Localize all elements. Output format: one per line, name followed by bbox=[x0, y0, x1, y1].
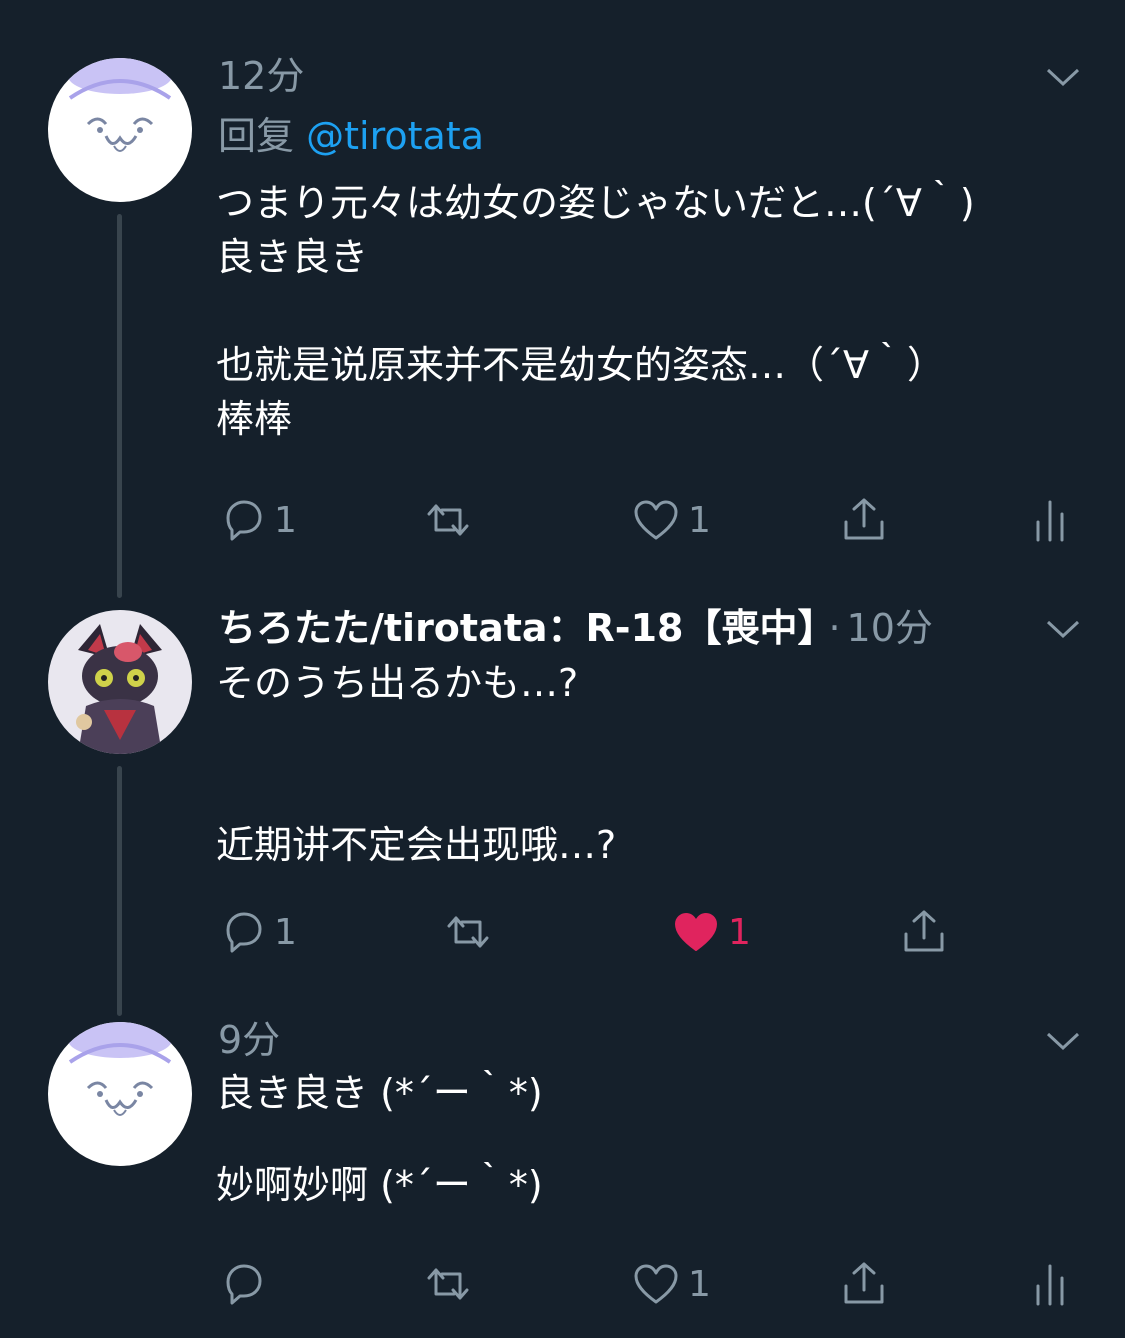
character-avatar-image bbox=[48, 610, 192, 754]
avatar[interactable] bbox=[48, 58, 192, 202]
heart-icon bbox=[634, 500, 678, 540]
share-button[interactable] bbox=[840, 1256, 888, 1312]
reply-count: 1 bbox=[274, 499, 297, 541]
avatar[interactable] bbox=[48, 610, 192, 754]
like-button[interactable]: 1 bbox=[632, 492, 711, 548]
share-icon bbox=[844, 498, 884, 540]
retweet-button[interactable] bbox=[444, 904, 500, 960]
separator-dot: · bbox=[828, 606, 841, 650]
seal-avatar-image bbox=[48, 1022, 192, 1166]
chevron-down-icon[interactable] bbox=[1045, 66, 1081, 88]
tweet-actions: 1 bbox=[0, 1256, 1125, 1312]
reply-handle-link[interactable]: @tirotata bbox=[306, 114, 484, 158]
reply-icon bbox=[226, 500, 262, 541]
tweet-time: 10分 bbox=[846, 606, 933, 650]
reply-icon bbox=[226, 1264, 262, 1305]
reply-context: 回复 @tirotata bbox=[218, 112, 484, 160]
share-button[interactable] bbox=[840, 492, 888, 548]
chevron-down-icon[interactable] bbox=[1045, 618, 1081, 640]
like-count: 1 bbox=[688, 1263, 711, 1305]
retweet-button[interactable] bbox=[424, 1256, 480, 1312]
tweet-body: 良き良き (*´ー｀*) 妙啊妙啊 (*´ー｀*) bbox=[216, 1071, 543, 1207]
tweet-header: ちろたた/tirotata：R-18【喪中】 · 10分 bbox=[218, 604, 933, 652]
share-icon bbox=[904, 910, 944, 952]
analytics-icon bbox=[1036, 500, 1064, 542]
reply-count: 1 bbox=[274, 911, 297, 953]
reply-button[interactable]: 1 bbox=[218, 904, 297, 960]
tweet-actions: 1 1 bbox=[0, 492, 1125, 548]
author-name[interactable]: ちろたた/tirotata：R-18【喪中】 bbox=[218, 606, 816, 650]
analytics-icon bbox=[1036, 1264, 1064, 1306]
reply-icon bbox=[226, 912, 262, 953]
share-icon bbox=[844, 1262, 884, 1304]
like-button[interactable]: 1 bbox=[632, 1256, 711, 1312]
tweet-time: 9分 bbox=[218, 1018, 281, 1062]
chevron-down-icon[interactable] bbox=[1045, 1030, 1081, 1052]
thread-connector bbox=[117, 766, 122, 1016]
avatar[interactable] bbox=[48, 1022, 192, 1166]
like-button[interactable]: 1 bbox=[672, 904, 751, 960]
retweet-icon bbox=[427, 504, 469, 536]
like-count: 1 bbox=[728, 911, 751, 953]
reply-button[interactable] bbox=[218, 1256, 274, 1312]
tweet-time: 12分 bbox=[218, 54, 305, 98]
reply-button[interactable]: 1 bbox=[218, 492, 297, 548]
retweet-icon bbox=[427, 1268, 469, 1300]
retweet-button[interactable] bbox=[424, 492, 480, 548]
heart-icon bbox=[634, 1264, 678, 1304]
tweet-body: つまり元々は幼女の姿じゃないだと…(´∀｀) 良き良き 也就是说原来并不是幼女的… bbox=[216, 181, 975, 441]
reply-prefix: 回复 bbox=[218, 114, 295, 158]
analytics-button[interactable] bbox=[1026, 1256, 1074, 1312]
retweet-icon bbox=[447, 916, 489, 948]
seal-avatar-image bbox=[48, 58, 192, 202]
share-button[interactable] bbox=[900, 904, 948, 960]
tweet-actions: 1 1 bbox=[0, 904, 1125, 960]
analytics-button[interactable] bbox=[1026, 492, 1074, 548]
like-count: 1 bbox=[688, 499, 711, 541]
tweet-body: そのうち出るかも…? 近期讲不定会出现哦…? bbox=[216, 661, 617, 867]
heart-filled-icon bbox=[675, 913, 717, 951]
